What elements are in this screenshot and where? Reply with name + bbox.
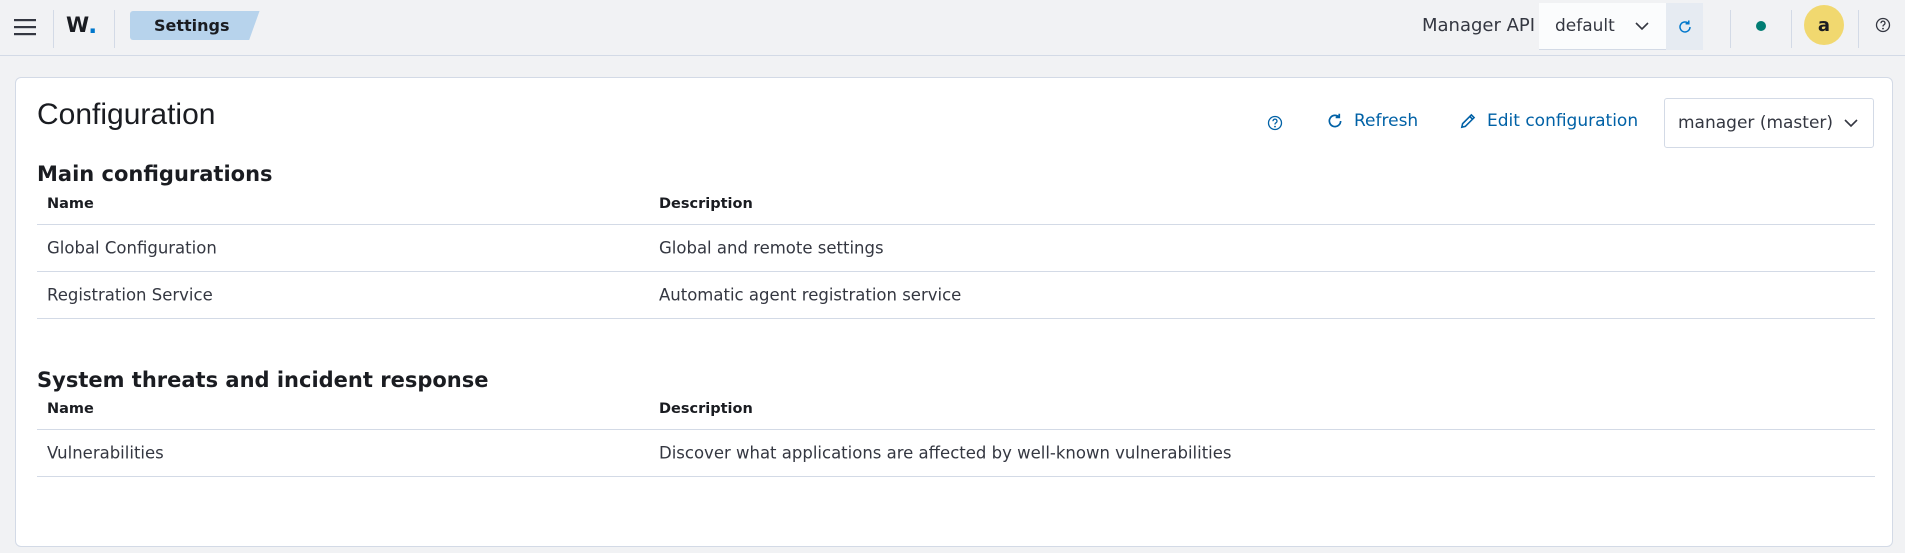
main-configurations-table: Name Description Global Configuration Gl… (37, 184, 1875, 319)
section-title-main-configurations: Main configurations (37, 162, 273, 186)
row-name: Vulnerabilities (47, 443, 164, 463)
table-row[interactable]: Vulnerabilities Discover what applicatio… (37, 430, 1875, 477)
row-description: Automatic agent registration service (659, 285, 962, 305)
column-header-description: Description (659, 196, 753, 212)
help-icon[interactable] (1873, 15, 1893, 35)
help-icon[interactable] (1267, 113, 1287, 133)
column-header-name: Name (47, 196, 94, 212)
refresh-icon (1328, 113, 1342, 128)
user-avatar[interactable]: a (1804, 5, 1844, 45)
table-header: Name Description (37, 389, 1875, 430)
node-selector[interactable]: manager (master) (1664, 98, 1874, 148)
page-title: Configuration (37, 98, 216, 131)
divider (114, 10, 115, 48)
divider (1858, 10, 1859, 48)
refresh-button[interactable]: Refresh (1326, 111, 1418, 131)
divider (1791, 10, 1792, 48)
node-selected-value: manager (master) (1678, 113, 1834, 133)
row-description: Discover what applications are affected … (659, 443, 1232, 463)
api-selector[interactable]: default (1539, 3, 1666, 50)
row-name: Registration Service (47, 285, 213, 305)
column-header-description: Description (659, 401, 753, 417)
app-logo[interactable]: W. (66, 11, 97, 39)
refresh-label: Refresh (1354, 111, 1419, 131)
system-threats-table: Name Description Vulnerabilities Discove… (37, 389, 1875, 477)
breadcrumb-settings[interactable]: Settings (130, 11, 260, 40)
row-description: Global and remote settings (659, 238, 884, 258)
api-selected-value: default (1555, 16, 1615, 36)
divider (53, 10, 54, 48)
refresh-icon (1678, 20, 1691, 33)
table-row[interactable]: Registration Service Automatic agent reg… (37, 272, 1875, 319)
api-refresh-button[interactable] (1666, 3, 1703, 50)
status-dot (1756, 21, 1766, 31)
edit-configuration-label: Edit configuration (1487, 111, 1639, 131)
table-row[interactable]: Global Configuration Global and remote s… (37, 225, 1875, 272)
table-header: Name Description (37, 184, 1875, 225)
configuration-panel: Configuration Refresh Edit configuration… (15, 77, 1893, 547)
column-header-name: Name (47, 401, 94, 417)
top-navigation-bar: W. Settings Manager API default a (0, 0, 1905, 56)
manager-api-label: Manager API (1422, 15, 1536, 36)
row-name: Global Configuration (47, 238, 217, 258)
pencil-icon (1460, 113, 1476, 129)
edit-configuration-button[interactable]: Edit configuration (1459, 111, 1638, 131)
menu-icon[interactable] (10, 14, 40, 40)
divider (1730, 10, 1731, 48)
chevron-down-icon (1634, 18, 1650, 39)
chevron-down-icon (1843, 115, 1859, 136)
